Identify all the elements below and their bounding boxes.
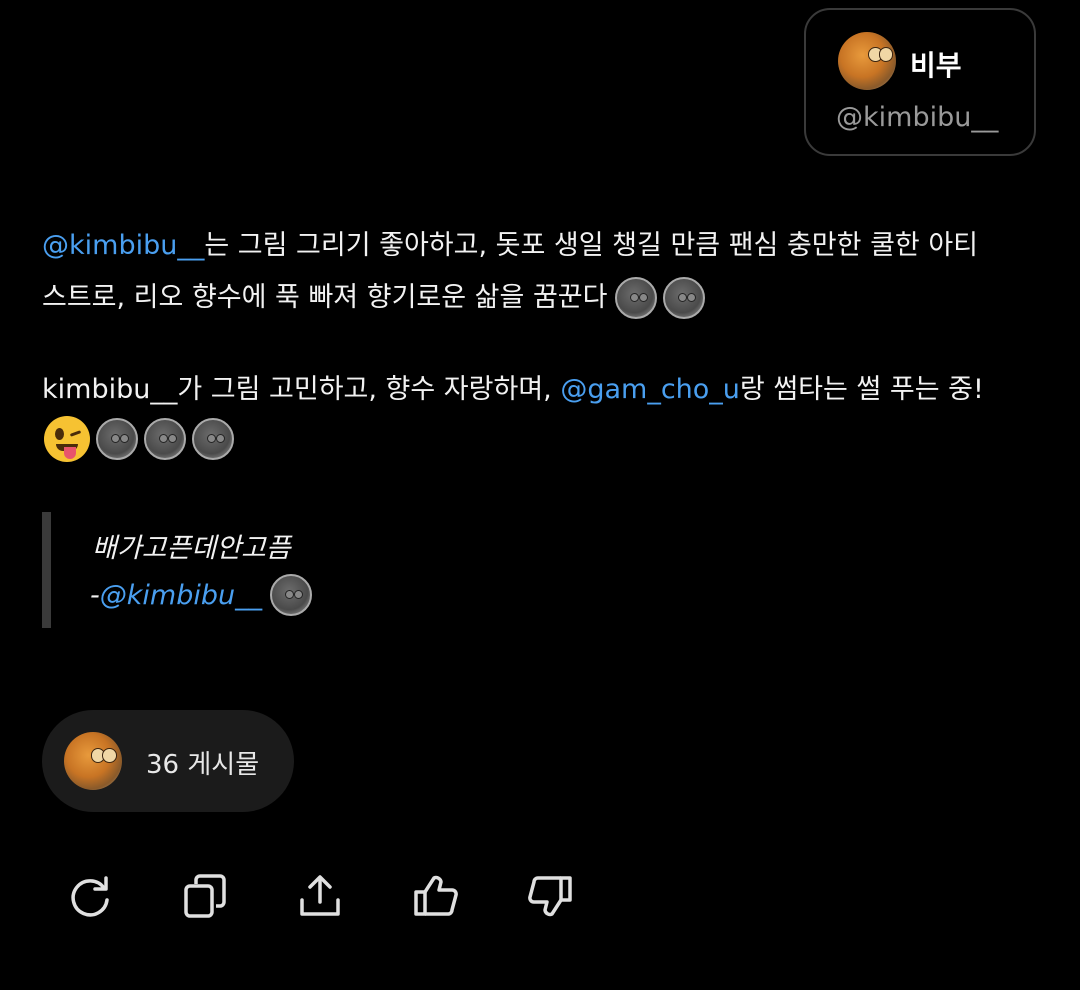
paragraph-text: kimbibu__가 그림 고민하고, 향수 자랑하며, — [42, 374, 561, 405]
action-bar — [0, 862, 1080, 932]
profile-card[interactable]: 비부 @kimbibu__ — [804, 8, 1036, 156]
paragraph-text: 는 그림 그리기 좋아하고, 돗포 생일 챙길 만큼 팬심 충만한 쿨한 아티 — [204, 230, 979, 261]
mention-link[interactable]: @gam_cho_u — [560, 374, 740, 405]
custom-emoji-icon — [96, 418, 138, 460]
custom-emoji-icon — [192, 418, 234, 460]
share-icon[interactable] — [294, 870, 346, 922]
refresh-icon[interactable] — [64, 870, 116, 922]
quote-dash: - — [90, 579, 100, 611]
avatar — [838, 32, 896, 90]
profile-handle: @kimbibu__ — [836, 102, 999, 133]
custom-emoji-icon — [663, 277, 706, 319]
post-paragraph-1: @kimbibu__는 그림 그리기 좋아하고, 돗포 생일 챙길 만큼 팬심 … — [42, 220, 978, 324]
thumbs-up-icon[interactable] — [410, 870, 462, 922]
mention-link[interactable]: @kimbibu__ — [100, 580, 262, 611]
paragraph-text: 랑 썸타는 썰 푸는 중! — [739, 374, 984, 405]
posts-count-label: 36 게시물 — [146, 750, 260, 780]
post-paragraph-2: kimbibu__가 그림 고민하고, 향수 자랑하며, @gam_cho_u랑… — [42, 364, 984, 416]
custom-emoji-icon — [144, 418, 186, 460]
mention-link[interactable]: @kimbibu__ — [42, 230, 204, 261]
paragraph-text: 스트로, 리오 향수에 푹 빠져 향기로운 삶을 꿈꾼다 — [42, 282, 608, 313]
winking-tongue-emoji-icon — [44, 416, 90, 462]
profile-name: 비부 — [910, 49, 962, 82]
custom-emoji-icon — [615, 277, 658, 319]
quote-text: 배가고픈데안고픔 — [92, 533, 291, 564]
emoji-row — [44, 416, 234, 462]
thumbs-down-icon[interactable] — [524, 870, 576, 922]
copy-icon[interactable] — [180, 870, 232, 922]
posts-count-button[interactable]: 36 게시물 — [42, 710, 294, 812]
avatar — [64, 732, 122, 790]
blockquote-bar — [42, 512, 51, 628]
custom-emoji-icon — [270, 574, 313, 616]
quote-attribution: - @kimbibu__ — [90, 574, 313, 616]
